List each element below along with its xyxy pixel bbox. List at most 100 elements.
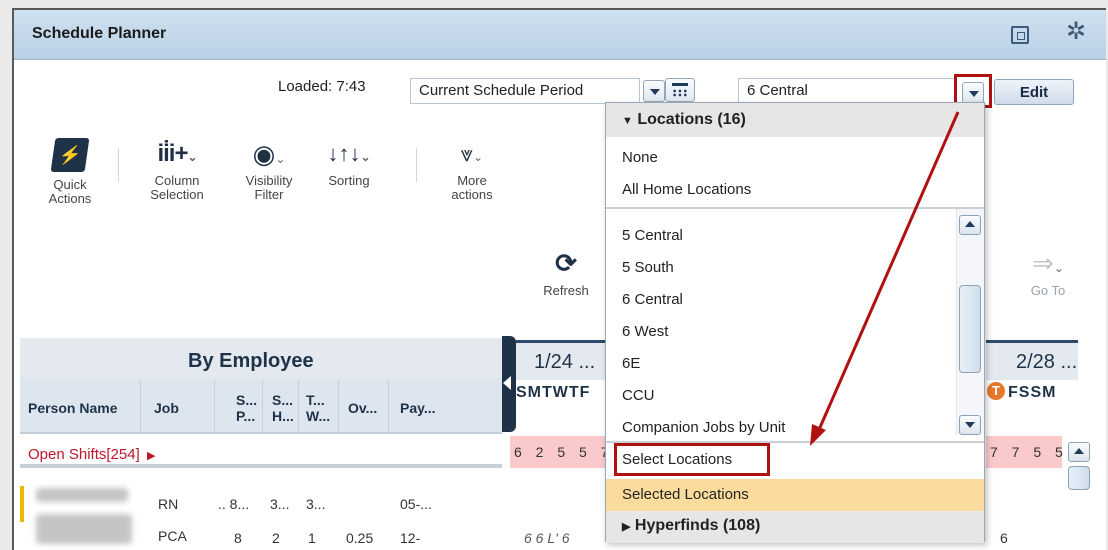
lightning-icon: ⚡	[50, 138, 90, 172]
period-header-1: 1/24 ...	[516, 340, 606, 380]
locations-dropdown: ▼ Locations (16) None All Home Locations…	[605, 102, 985, 543]
column-header-sp[interactable]: S... P...	[236, 392, 257, 424]
today-badge: T	[987, 382, 1005, 400]
chevron-down-icon: ⌄	[275, 152, 286, 166]
row-shift-values: 6 6 L' 6	[524, 530, 570, 546]
dropdown-scroll-down-button[interactable]	[959, 415, 981, 435]
refresh-button[interactable]: ⟳ Refresh	[536, 248, 596, 298]
column-divider	[140, 380, 141, 432]
column-header-sh[interactable]: S... H...	[272, 392, 294, 424]
dropdown-divider	[606, 207, 984, 209]
refresh-label: Refresh	[543, 283, 589, 298]
open-shift-counts-2-text: 7 7 5 5	[990, 444, 1068, 460]
location-select-value: 6 Central	[747, 82, 808, 99]
columns-add-icon: ii̇i+⌄	[157, 140, 197, 167]
period-header-2: 2/28 ...	[986, 340, 1078, 380]
grid-scroll-thumb[interactable]	[1068, 466, 1090, 490]
go-to-button[interactable]: ⇒⌄ Go To	[1018, 248, 1078, 298]
caret-down-icon: ▼	[622, 115, 633, 127]
caret-right-icon: ▶	[143, 450, 156, 462]
chevron-down-icon: ⌄	[360, 150, 371, 164]
column-divider	[338, 380, 339, 432]
eye-icon: ◉⌄	[252, 139, 286, 169]
location-option[interactable]: 6 Central	[622, 291, 683, 308]
go-to-icon: ⇒⌄	[1032, 248, 1064, 278]
row-value: 3...	[270, 496, 290, 512]
more-actions-button[interactable]: ⩔⌄ More actions	[440, 140, 504, 202]
location-option[interactable]: 5 Central	[622, 227, 683, 244]
open-shifts-label: Open Shifts[254]	[28, 446, 140, 463]
row-value: .. 8...	[218, 496, 250, 512]
row-shift-value: 6	[1000, 530, 1008, 546]
go-to-label: Go To	[1030, 283, 1066, 298]
open-shifts-link[interactable]: Open Shifts[254] ▶	[28, 446, 155, 463]
period-label-1: 1/24 ...	[534, 351, 596, 373]
dropdown-scroll-thumb[interactable]	[959, 285, 981, 373]
locations-header-label: Locations (16)	[637, 111, 746, 128]
day-letters-1: SMTWTF	[516, 384, 591, 401]
visibility-filter-button[interactable]: ◉⌄ Visibility Filter	[232, 140, 306, 202]
column-header-ov[interactable]: Ov...	[348, 400, 377, 416]
toolbar-divider	[416, 148, 417, 182]
column-selection-button[interactable]: ii̇i+⌄ Column Selection	[136, 140, 218, 202]
redacted-name	[36, 514, 132, 544]
period-dropdown-button[interactable]	[643, 80, 665, 102]
chevron-down-icon: ⌄	[473, 150, 484, 164]
refresh-icon: ⟳	[555, 248, 577, 278]
location-option-all-home[interactable]: All Home Locations	[622, 181, 751, 198]
row-value: 3...	[306, 496, 326, 512]
chevron-down-icon: ⌄	[187, 150, 197, 164]
location-option[interactable]: CCU	[622, 387, 655, 404]
hyperfinds-header-label: Hyperfinds (108)	[634, 517, 761, 534]
selected-locations-label: Selected Locations	[622, 486, 749, 503]
row-value: 12-	[400, 530, 421, 546]
column-header-tw[interactable]: T... W...	[306, 392, 330, 424]
column-header-pay[interactable]: Pay...	[400, 400, 436, 416]
collapse-panel-tab[interactable]	[502, 336, 516, 432]
selected-locations-option[interactable]: Selected Locations	[606, 479, 984, 511]
locations-section-header[interactable]: ▼ Locations (16)	[606, 103, 984, 137]
row-value: 2	[272, 530, 280, 546]
column-divider	[298, 380, 299, 432]
highlight-select-locations	[614, 443, 770, 476]
quick-actions-label: Quick Actions	[48, 177, 92, 206]
sorting-label: Sorting	[328, 173, 370, 188]
location-option[interactable]: 6E	[622, 355, 640, 372]
row-value: 8	[234, 530, 242, 546]
column-header-person-name[interactable]: Person Name	[28, 400, 117, 416]
location-option[interactable]: 5 South	[622, 259, 674, 276]
chevron-down-icon: ⌄	[1053, 261, 1064, 275]
row-value: 1	[308, 530, 316, 546]
more-actions-label: More actions	[451, 173, 493, 202]
loaded-time-label: Loaded: 7:43	[278, 78, 366, 95]
grid-title: By Employee	[188, 350, 314, 372]
dropdown-scroll-up-button[interactable]	[959, 215, 981, 235]
column-header-job[interactable]: Job	[154, 400, 179, 416]
location-select[interactable]: 6 Central	[738, 78, 956, 104]
location-option[interactable]: 6 West	[622, 323, 668, 340]
row-job: PCA	[158, 528, 187, 544]
period-select-value: Current Schedule Period	[419, 82, 584, 99]
column-divider	[262, 380, 263, 432]
location-option[interactable]: Companion Jobs by Unit	[622, 419, 785, 436]
grid-scroll-up-button[interactable]	[1068, 442, 1090, 462]
toolbar-divider	[118, 148, 119, 182]
row-marker	[20, 486, 24, 522]
calendar-button[interactable]	[665, 78, 695, 102]
day-letters-2: FSSM	[1008, 384, 1057, 401]
edit-button[interactable]: Edit	[994, 79, 1074, 105]
row-value: 05-...	[400, 496, 432, 512]
caret-right-icon: ▶	[622, 521, 631, 533]
calendar-icon	[672, 83, 688, 97]
gear-icon[interactable]: ✲	[1066, 20, 1086, 44]
row-value: 0.25	[346, 530, 374, 546]
visibility-filter-label: Visibility Filter	[245, 173, 293, 202]
period-select[interactable]: Current Schedule Period	[410, 78, 640, 104]
column-selection-label: Column Selection	[150, 173, 204, 202]
sorting-button[interactable]: ↓↑↓⌄ Sorting	[316, 140, 382, 188]
hyperfinds-section-header[interactable]: ▶ Hyperfinds (108)	[606, 511, 984, 543]
quick-actions-button[interactable]: ⚡ Quick Actions	[44, 138, 96, 206]
redacted-name	[36, 488, 128, 502]
location-option-none[interactable]: None	[622, 149, 658, 166]
maximize-icon[interactable]	[1011, 26, 1029, 44]
